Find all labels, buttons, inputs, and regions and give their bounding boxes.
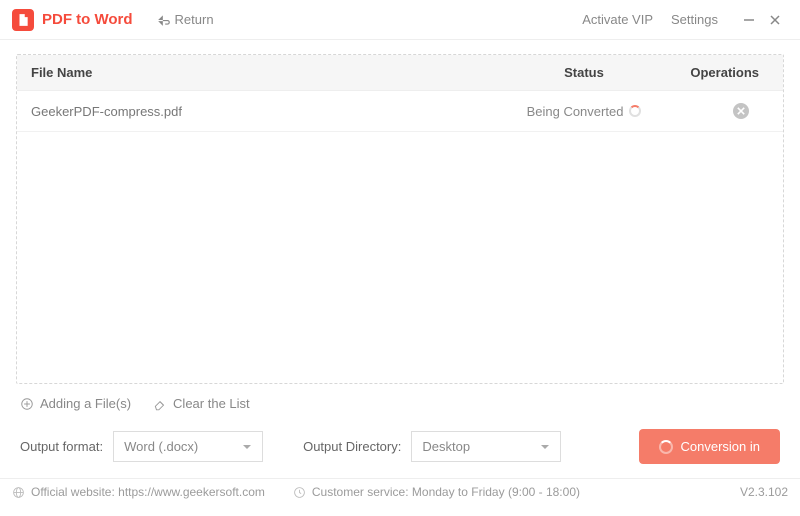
return-label: Return [175, 12, 214, 27]
list-actions: Adding a File(s) Clear the List [16, 384, 784, 423]
status-bar: Official website: https://www.geekersoft… [0, 478, 800, 505]
loading-spinner-icon [659, 440, 673, 454]
customer-service-info: Customer service: Monday to Friday (9:00… [293, 485, 580, 499]
title-bar: PDF to Word Return Activate VIP Settings [0, 0, 800, 40]
chevron-down-icon [242, 442, 252, 452]
minimize-icon [742, 13, 756, 27]
output-settings-row: Output format: Word (.docx) Output Direc… [16, 423, 784, 464]
official-website-link[interactable]: Official website: https://www.geekersoft… [12, 485, 265, 499]
return-button[interactable]: Return [157, 12, 214, 27]
delete-row-button[interactable] [733, 103, 749, 119]
convert-button-label: Conversion in [681, 439, 761, 454]
close-icon [768, 13, 782, 27]
add-file-button[interactable]: Adding a File(s) [20, 396, 131, 411]
clock-icon [293, 486, 306, 499]
output-format-value: Word (.docx) [124, 439, 198, 454]
version-label: V2.3.102 [740, 485, 788, 499]
close-window-button[interactable] [762, 13, 788, 27]
operations-cell [669, 103, 769, 119]
output-directory-value: Desktop [422, 439, 470, 454]
settings-link[interactable]: Settings [671, 12, 718, 27]
chevron-down-icon [540, 442, 550, 452]
app-title: PDF to Word [42, 11, 133, 28]
status-cell: Being Converted [499, 104, 669, 119]
minimize-button[interactable] [736, 13, 762, 27]
add-file-label: Adding a File(s) [40, 396, 131, 411]
globe-icon [12, 486, 25, 499]
file-name-cell: GeekerPDF-compress.pdf [31, 104, 499, 119]
website-text: Official website: https://www.geekersoft… [31, 485, 265, 499]
table-header-row: File Name Status Operations [17, 55, 783, 91]
header-file-name: File Name [31, 65, 499, 80]
output-directory-label: Output Directory: [303, 439, 401, 454]
eraser-icon [153, 397, 167, 411]
output-format-label: Output format: [20, 439, 103, 454]
app-logo [12, 9, 34, 31]
output-directory-select[interactable]: Desktop [411, 431, 561, 462]
convert-button[interactable]: Conversion in [639, 429, 781, 464]
header-status: Status [499, 65, 669, 80]
header-operations: Operations [669, 65, 769, 80]
clear-list-label: Clear the List [173, 396, 250, 411]
plus-circle-icon [20, 397, 34, 411]
clear-list-button[interactable]: Clear the List [153, 396, 250, 411]
loading-spinner-icon [629, 105, 641, 117]
output-format-select[interactable]: Word (.docx) [113, 431, 263, 462]
x-icon [737, 107, 745, 115]
return-arrow-icon [157, 13, 171, 27]
activate-vip-link[interactable]: Activate VIP [582, 12, 653, 27]
file-table: File Name Status Operations GeekerPDF-co… [16, 54, 784, 384]
service-text: Customer service: Monday to Friday (9:00… [312, 485, 580, 499]
status-text: Being Converted [527, 104, 624, 119]
table-row: GeekerPDF-compress.pdf Being Converted [17, 91, 783, 132]
